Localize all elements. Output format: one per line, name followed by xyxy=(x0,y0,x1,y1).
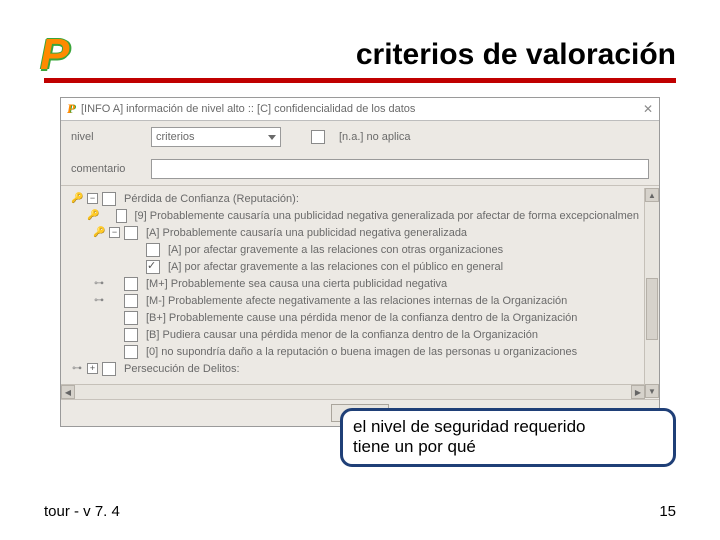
page-title: criterios de valoración xyxy=(44,26,676,72)
tree-checkbox[interactable] xyxy=(124,294,138,308)
tree-label: [M-] Probablemente afecte negativamente … xyxy=(146,295,567,307)
tree-node[interactable]: 🔑 [9] Probablemente causaría una publicid… xyxy=(67,207,639,224)
tree-label: Persecución de Delitos: xyxy=(124,363,240,375)
key-icon: 🔑 xyxy=(93,227,105,238)
key-icon: 🔑 xyxy=(71,193,83,204)
scroll-down-icon[interactable]: ▼ xyxy=(645,384,659,398)
tree-checkbox[interactable] xyxy=(124,226,138,240)
tree-node[interactable]: ⊶ + Persecución de Delitos: xyxy=(67,360,639,377)
label-na: [n.a.] no aplica xyxy=(339,131,411,143)
collapse-icon[interactable]: − xyxy=(87,193,98,204)
tree-checkbox[interactable] xyxy=(124,328,138,342)
callout-line-1: el nivel de seguridad requerido xyxy=(353,417,663,437)
input-comentario[interactable] xyxy=(151,159,649,179)
label-comentario: comentario xyxy=(71,163,141,175)
tree-checkbox[interactable] xyxy=(124,345,138,359)
close-icon[interactable]: ✕ xyxy=(643,102,653,116)
row-comentario: comentario xyxy=(61,153,659,185)
criteria-tree[interactable]: 🔑−Pérdida de Confianza (Reputación):🔑[9]… xyxy=(61,188,645,398)
callout-box: el nivel de seguridad requerido tiene un… xyxy=(340,408,676,467)
tree-checkbox[interactable] xyxy=(102,362,116,376)
footer-version: tour - v 7. 4 xyxy=(44,503,120,520)
tree-label: [A] por afectar gravemente a las relacio… xyxy=(168,244,503,256)
tree-checkbox[interactable] xyxy=(124,311,138,325)
tree-node[interactable]: [B+] Probablemente cause una pérdida men… xyxy=(67,309,639,326)
tree-node[interactable]: ⊶ [M+] Probablemente sea causa una cierta… xyxy=(67,275,639,292)
app-icon: P xyxy=(67,101,75,117)
tree-checkbox[interactable] xyxy=(146,243,160,257)
select-value: criterios xyxy=(156,131,195,143)
tree-node[interactable]: 🔑− [A] Probablemente causaría una publici… xyxy=(67,224,639,241)
scroll-right-icon[interactable]: ▶ xyxy=(631,385,645,399)
tree-label: [A] Probablemente causaría una publicida… xyxy=(146,227,467,239)
tree-node[interactable]: [B] Pudiera causar una pérdida menor de … xyxy=(67,326,639,343)
tree-node[interactable]: [A] por afectar gravemente a las relacio… xyxy=(67,258,639,275)
checkbox-na[interactable] xyxy=(311,130,325,144)
tree-node[interactable]: ⊶ [M-] Probablemente afecte negativamente… xyxy=(67,292,639,309)
tree-checkbox[interactable] xyxy=(116,209,127,223)
callout-line-2: tiene un por qué xyxy=(353,437,663,457)
tree-label: [B+] Probablemente cause una pérdida men… xyxy=(146,312,577,324)
dialog-titlebar: P [INFO A] información de nivel alto :: … xyxy=(61,98,659,121)
key-icon: ⊶ xyxy=(93,278,105,289)
title-underline xyxy=(44,78,676,83)
scroll-left-icon[interactable]: ◀ xyxy=(61,385,75,399)
tree-label: Pérdida de Confianza (Reputación): xyxy=(124,193,299,205)
tree-node[interactable]: 🔑− Pérdida de Confianza (Reputación): xyxy=(67,190,639,207)
vertical-scrollbar[interactable]: ▲ ▼ xyxy=(644,188,659,398)
tree-checkbox[interactable] xyxy=(124,277,138,291)
select-nivel[interactable]: criterios xyxy=(151,127,281,147)
row-nivel: nivel criterios [n.a.] no aplica xyxy=(61,121,659,153)
dialog-title: [INFO A] información de nivel alto :: [C… xyxy=(81,103,415,115)
key-icon: 🔑 xyxy=(87,210,99,221)
tree-label: [9] Probablemente causaría una publicida… xyxy=(135,210,640,222)
tree-checkbox[interactable] xyxy=(102,192,116,206)
key-icon: ⊶ xyxy=(71,363,83,374)
chevron-down-icon xyxy=(268,135,276,140)
tree-node[interactable]: [0] no supondría daño a la reputación o … xyxy=(67,343,639,360)
scroll-thumb[interactable] xyxy=(646,278,658,340)
screenshot-dialog: P [INFO A] información de nivel alto :: … xyxy=(60,97,660,427)
tree-checkbox[interactable] xyxy=(146,260,160,274)
tree-label: [B] Pudiera causar una pérdida menor de … xyxy=(146,329,538,341)
tree-label: [A] por afectar gravemente a las relacio… xyxy=(168,261,503,273)
separator xyxy=(61,185,659,186)
label-nivel: nivel xyxy=(71,131,141,143)
logo: P xyxy=(40,30,69,80)
scroll-up-icon[interactable]: ▲ xyxy=(645,188,659,202)
key-icon: ⊶ xyxy=(93,295,105,306)
expand-icon[interactable]: + xyxy=(87,363,98,374)
footer-page-number: 15 xyxy=(659,503,676,520)
tree-node[interactable]: [A] por afectar gravemente a las relacio… xyxy=(67,241,639,258)
horizontal-scrollbar[interactable]: ◀ ▶ xyxy=(61,384,645,399)
tree-label: [0] no supondría daño a la reputación o … xyxy=(146,346,577,358)
tree-label: [M+] Probablemente sea causa una cierta … xyxy=(146,278,447,290)
collapse-icon[interactable]: − xyxy=(109,227,120,238)
